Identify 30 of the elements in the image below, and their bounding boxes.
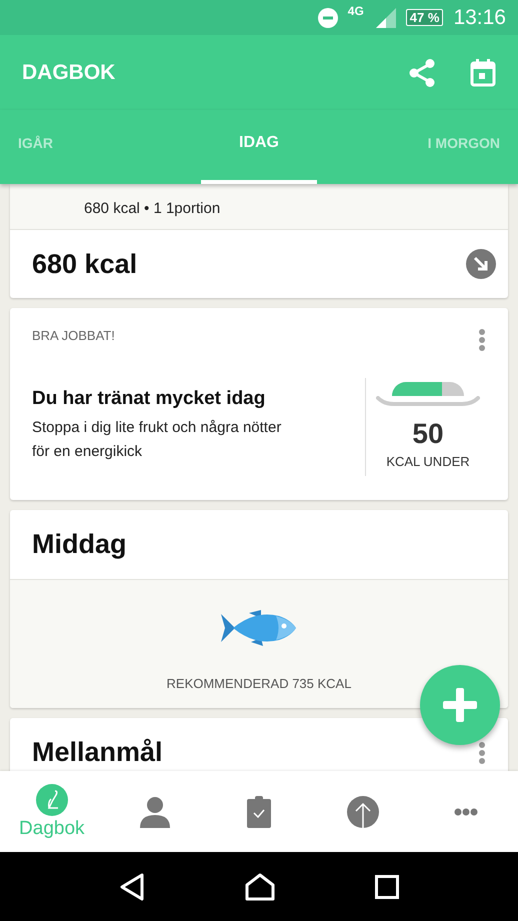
- tab[interactable]: IGÅR: [0, 110, 117, 184]
- fish-icon: [221, 608, 297, 648]
- more-icon: [454, 808, 478, 816]
- meal-title: Middag: [32, 530, 126, 560]
- back-icon[interactable]: [119, 872, 145, 900]
- recommended-calories: REKOMMENDERAD 735 KCAL: [166, 676, 352, 691]
- plus-icon: [443, 688, 477, 722]
- person-icon: [139, 796, 172, 828]
- home-icon[interactable]: [245, 872, 275, 900]
- clock: 13:16: [453, 6, 506, 30]
- food-detail: 680 kcal • 1 1portion: [84, 200, 220, 217]
- calorie-total: 680 kcal: [32, 248, 138, 280]
- app-title: DAGBOK: [22, 60, 116, 84]
- do-not-disturb-icon: [318, 8, 338, 28]
- tab[interactable]: I MORGON: [401, 110, 518, 184]
- calorie-value: 50: [412, 418, 444, 450]
- more-icon[interactable]: [478, 328, 486, 352]
- meal-title: Mellanmål: [32, 738, 163, 768]
- battery-indicator: 47 %: [406, 9, 444, 26]
- tip-title: Du har tränat mycket idag: [32, 388, 266, 410]
- diary-icon: [36, 784, 68, 816]
- more-icon[interactable]: [478, 740, 486, 764]
- clipboard-icon: [246, 796, 271, 828]
- arrow-up-icon: [346, 796, 379, 828]
- recents-icon[interactable]: [375, 874, 399, 898]
- signal-icon: [374, 8, 396, 28]
- network-label: 4G: [348, 4, 364, 18]
- calorie-unit: KCAL UNDER: [386, 454, 470, 469]
- card-label: BRA JOBBAT!: [32, 328, 115, 343]
- tip-text: Stoppa i dig lite frukt och några nötter för en energikick: [32, 418, 282, 462]
